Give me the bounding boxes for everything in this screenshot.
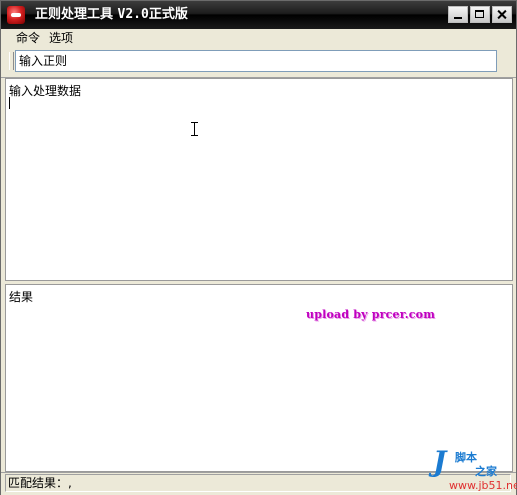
logo-name-top: 脚本 [455, 451, 477, 464]
app-icon[interactable] [7, 6, 25, 24]
minimize-button[interactable] [448, 6, 468, 23]
menu-command[interactable]: 命令 [14, 29, 42, 47]
regex-input[interactable]: 输入正则 [15, 50, 497, 72]
title-suffix: 正式版 [148, 7, 188, 22]
title-version: V2.0 [117, 7, 149, 22]
result-pane[interactable]: 结果 upload by prcer.com [5, 284, 513, 472]
result-label: 结果 [9, 290, 34, 304]
ibeam-cursor-icon [191, 122, 198, 136]
regex-toolbar: 输入正则 [1, 47, 516, 78]
upload-watermark: upload by prcer.com [306, 308, 436, 321]
menu-options[interactable]: 选项 [47, 29, 75, 47]
match-result-status: 匹配结果：, [8, 476, 72, 490]
close-button[interactable] [492, 6, 512, 23]
app-window: 正则处理工具 V2.0正式版 命令 选项 输入正则 输入处理数据 结果 uplo… [0, 0, 517, 495]
logo-url: www.jb51.net [449, 479, 517, 492]
title-main: 正则处理工具 [35, 7, 118, 22]
menu-bar: 命令 选项 [1, 29, 516, 47]
logo-name-bottom: 之家 [475, 465, 497, 478]
text-caret [9, 97, 10, 109]
site-logo: J 脚本 之家 www.jb51.net [431, 445, 517, 493]
input-data-pane[interactable]: 输入处理数据 [5, 78, 513, 281]
logo-mark: J [433, 445, 447, 478]
window-title: 正则处理工具 V2.0正式版 [35, 6, 188, 24]
window-controls [448, 6, 512, 24]
toolbar-grip[interactable] [9, 52, 14, 70]
title-bar[interactable]: 正则处理工具 V2.0正式版 [1, 1, 516, 29]
maximize-button[interactable] [470, 6, 490, 23]
input-data-text: 输入处理数据 [9, 84, 82, 98]
